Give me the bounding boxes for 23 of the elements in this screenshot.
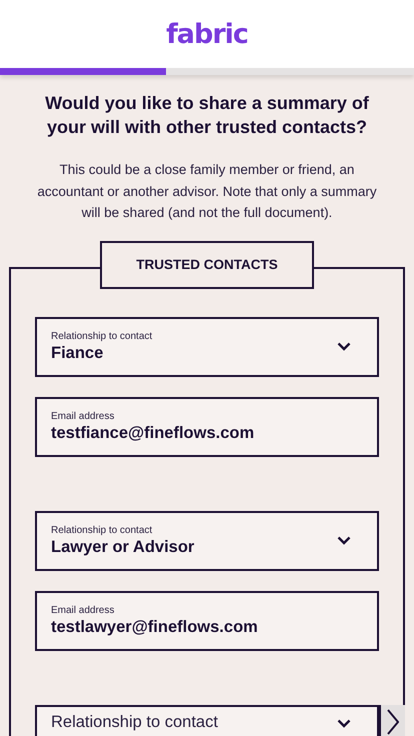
fabric-logo: fabric — [166, 18, 248, 50]
field-label: Relationship to contact — [51, 330, 154, 342]
field-label: Email address — [51, 410, 116, 422]
intro-text: This could be a close family member or friend, an accountant or another advisor. Note that only a summary will be shared (and not the full document). — [36, 161, 378, 222]
chevron-down-icon — [337, 718, 351, 728]
relationship-dropdown[interactable]: Relationship to contact Fiance — [35, 316, 379, 376]
field-placeholder: Relationship to contact — [51, 712, 219, 730]
field-value: testfiance@fineflows.com — [51, 422, 256, 442]
field-value: Fiance — [51, 342, 104, 362]
field-label: Email address — [51, 604, 116, 616]
field-value: Lawyer or Advisor — [51, 536, 196, 556]
field-label: Relationship to contact — [51, 524, 154, 536]
relationship-dropdown[interactable]: Relationship to contact — [35, 704, 379, 736]
next-button[interactable] — [379, 704, 405, 736]
field-value: testlawyer@fineflows.com — [51, 616, 259, 636]
email-field[interactable]: Email address testlawyer@fineflows.com — [35, 590, 379, 650]
chevron-right-icon — [387, 708, 399, 734]
relationship-dropdown[interactable]: Relationship to contact Lawyer or Advisor — [35, 510, 379, 570]
email-field[interactable]: Email address testfiance@fineflows.com — [35, 396, 379, 456]
page-title: Would you like to share a summary of your will with other trusted contacts? — [44, 92, 370, 139]
chevron-down-icon — [337, 536, 351, 545]
section-legend: TRUSTED CONTACTS — [100, 240, 314, 288]
chevron-down-icon — [337, 342, 351, 351]
